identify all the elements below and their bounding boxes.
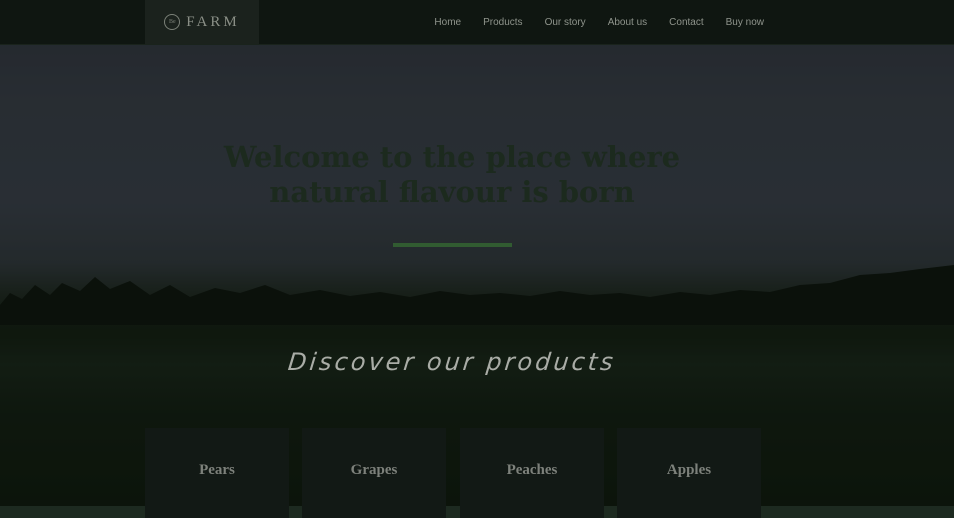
navbar: Be FARM Home Products Our story About us… (0, 0, 954, 45)
logo-text: FARM (186, 13, 240, 30)
hero-headline-line1: Welcome to the place where (223, 140, 681, 174)
product-card-grapes[interactable]: Grapes (302, 428, 446, 518)
product-card-label: Apples (666, 462, 712, 478)
headline-divider (393, 243, 512, 247)
product-card-pears[interactable]: Pears (145, 428, 289, 518)
product-card-peaches[interactable]: Peaches (460, 428, 604, 518)
hero-headline: Welcome to the place where natural flavo… (0, 140, 904, 210)
logo-badge-icon: Be (164, 14, 181, 30)
main-nav: Home Products Our story About us Contact… (412, 0, 764, 44)
nav-contact[interactable]: Contact (669, 17, 703, 28)
nav-products[interactable]: Products (483, 17, 522, 28)
nav-about-us[interactable]: About us (608, 17, 647, 28)
product-card-label: Pears (199, 462, 235, 478)
product-card-label: Peaches (506, 462, 558, 478)
logo[interactable]: Be FARM (145, 0, 259, 44)
hero-headline-line2: natural flavour is born (269, 175, 635, 209)
nav-buy-now[interactable]: Buy now (726, 17, 764, 28)
product-card-apples[interactable]: Apples (617, 428, 761, 518)
nav-home[interactable]: Home (434, 17, 461, 28)
nav-our-story[interactable]: Our story (545, 17, 586, 28)
product-card-label: Grapes (350, 462, 398, 478)
discover-heading: Discover our products (286, 348, 618, 376)
